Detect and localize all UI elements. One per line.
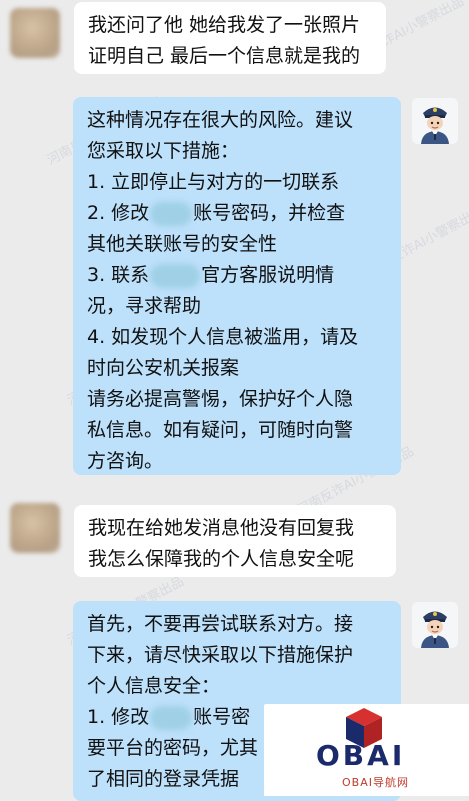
redacted-text	[150, 263, 201, 288]
police-officer-icon	[412, 602, 458, 648]
police-bot-avatar[interactable]	[412, 602, 458, 648]
message-line: 我怎么保障我的个人信息安全呢	[88, 548, 355, 570]
message-line: 方咨询。	[87, 450, 164, 472]
message-line: 私信息。如有疑问，可随时向警	[87, 419, 354, 441]
message-line: 证明自己 最后一个信息就是我的	[88, 45, 361, 67]
redacted-text	[150, 201, 193, 226]
message-line: 个人信息安全：	[87, 675, 221, 697]
obai-logo: OBAI OBAI导航网	[264, 704, 469, 796]
message-line: 其他关联账号的安全性	[87, 233, 278, 255]
police-officer-icon	[412, 98, 458, 144]
redacted-text	[150, 705, 193, 730]
message-line: 3. 联系 官方客服说明情	[87, 263, 335, 288]
message-line: 首先，不要再尝试联系对方。接	[87, 613, 354, 635]
user-avatar[interactable]	[10, 8, 60, 58]
message-line: 请务必提高警惕，保护好个人隐	[87, 388, 354, 410]
message-bubble-user: 我现在给她发消息他没有回复我 我怎么保障我的个人信息安全呢	[74, 505, 396, 577]
logo-text: OBAI	[316, 739, 406, 772]
message-line: 4. 如发现个人信息被滥用，请及	[87, 326, 359, 348]
message-line: 况，寻求帮助	[87, 295, 202, 317]
message-bubble-bot: 这种情况存在很大的风险。建议 您采取以下措施： 1. 立即停止与对方的一切联系 …	[73, 97, 401, 475]
logo-subtitle: OBAI导航网	[342, 776, 409, 789]
message-line: 我现在给她发消息他没有回复我	[88, 517, 355, 539]
message-line: 1. 立即停止与对方的一切联系	[87, 171, 340, 193]
message-line: 下来，请尽快采取以下措施保护	[87, 644, 354, 666]
message-bubble-user: 我还问了他 她给我发了一张照片 证明自己 最后一个信息就是我的	[74, 2, 386, 74]
message-line: 这种情况存在很大的风险。建议	[87, 109, 354, 131]
message-line: 2. 修改 账号密码，并检查	[87, 201, 346, 226]
message-line: 您采取以下措施：	[87, 140, 240, 162]
message-line: 我还问了他 她给我发了一张照片	[88, 14, 361, 36]
police-bot-avatar[interactable]	[412, 98, 458, 144]
user-avatar[interactable]	[10, 503, 60, 553]
message-line: 时向公安机关报案	[87, 357, 240, 379]
